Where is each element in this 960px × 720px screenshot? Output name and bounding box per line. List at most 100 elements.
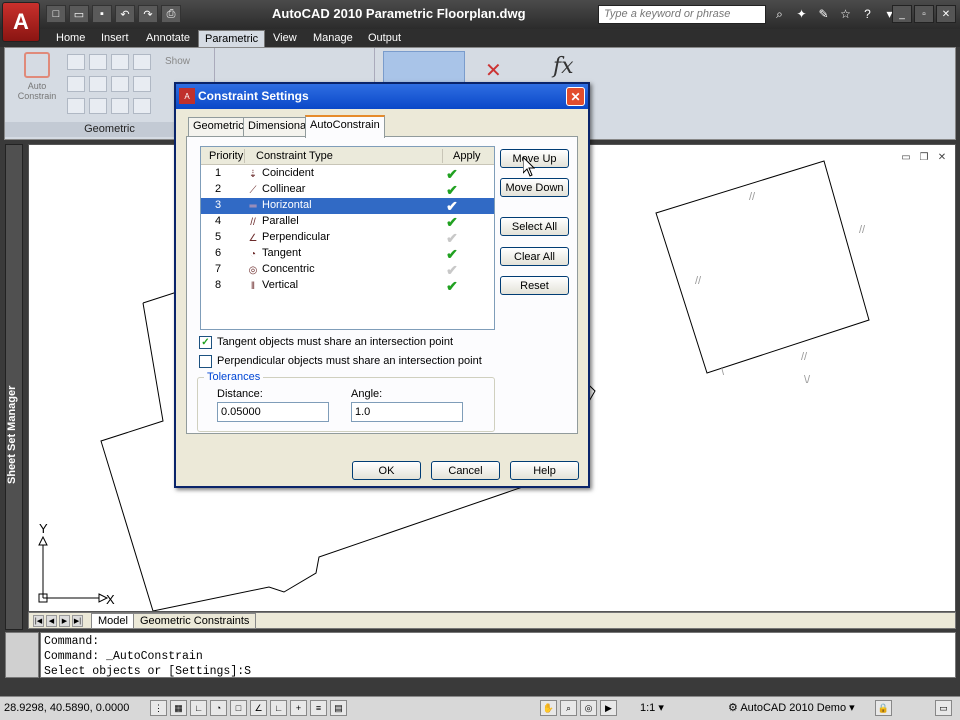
close-dialog-icon[interactable]: ✕ xyxy=(566,87,585,106)
apply-checkmark-icon[interactable]: ✔ xyxy=(444,198,460,214)
auto-constrain-button[interactable]: Auto Constrain xyxy=(13,52,61,112)
distance-field[interactable]: 0.05000 xyxy=(217,402,329,422)
ducs-toggle-icon[interactable]: ∟ xyxy=(270,700,287,716)
tab-autoconstrain[interactable]: AutoConstrain xyxy=(305,115,385,138)
move-down-button[interactable]: Move Down xyxy=(500,178,569,197)
close-icon[interactable]: ✕ xyxy=(936,5,956,23)
parallel-tool-icon[interactable] xyxy=(67,76,85,92)
horizontal-tool-icon[interactable] xyxy=(111,76,129,92)
minimize-icon[interactable]: _ xyxy=(892,5,912,23)
help-icon[interactable]: ? xyxy=(858,5,877,23)
minimize-viewport-icon[interactable]: ▭ xyxy=(899,151,913,163)
equal-tool-icon[interactable] xyxy=(133,98,151,114)
print-icon[interactable]: ⎙ xyxy=(161,5,181,23)
show-button[interactable]: Show xyxy=(165,56,190,67)
list-item[interactable]: 3 ═ Horizontal ✔ xyxy=(201,198,494,214)
apply-checkmark-icon[interactable]: ✔ xyxy=(444,230,460,246)
tangent-tool-icon[interactable] xyxy=(67,98,85,114)
apply-checkmark-icon[interactable]: ✔ xyxy=(444,166,460,182)
priority-column-header[interactable]: Priority xyxy=(209,150,243,162)
perpendicular-option[interactable]: Perpendicular objects must share an inte… xyxy=(199,354,482,368)
showmotion-icon[interactable]: ▶ xyxy=(600,700,617,716)
tab-manage[interactable]: Manage xyxy=(307,30,359,47)
ok-button[interactable]: OK xyxy=(352,461,421,480)
list-item[interactable]: 1 ⇣ Coincident ✔ xyxy=(201,166,494,182)
tab-geometric[interactable]: Geometric xyxy=(188,117,249,137)
concentric-tool-icon[interactable] xyxy=(111,54,129,70)
quick-props-toggle-icon[interactable]: ▤ xyxy=(330,700,347,716)
tab-insert[interactable]: Insert xyxy=(95,30,135,47)
lock-icon[interactable]: 🔒 xyxy=(875,700,892,716)
tab-model[interactable]: Model xyxy=(91,613,135,629)
open-file-icon[interactable]: ▭ xyxy=(69,5,89,23)
comm-center-icon[interactable]: ✎ xyxy=(814,5,833,23)
clear-all-button[interactable]: Clear All xyxy=(500,247,569,266)
list-item[interactable]: 8 ‖ Vertical ✔ xyxy=(201,278,494,294)
polar-toggle-icon[interactable]: ◔ xyxy=(210,700,227,716)
lineweight-toggle-icon[interactable]: ≡ xyxy=(310,700,327,716)
restore-viewport-icon[interactable]: ❐ xyxy=(917,151,931,163)
tangent-checkbox[interactable]: ✓ xyxy=(199,335,212,349)
save-icon[interactable]: ▪ xyxy=(92,5,112,23)
collinear-tool-icon[interactable] xyxy=(89,54,107,70)
new-file-icon[interactable]: □ xyxy=(46,5,66,23)
binoculars-icon[interactable]: ⌕ xyxy=(770,5,789,23)
snap-toggle-icon[interactable]: ⋮ xyxy=(150,700,167,716)
list-item[interactable]: 7 ◎ Concentric ✔ xyxy=(201,262,494,278)
application-menu-button[interactable]: A xyxy=(2,2,40,42)
list-item[interactable]: 6 ◔ Tangent ✔ xyxy=(201,246,494,262)
type-column-header[interactable]: Constraint Type xyxy=(256,150,333,162)
search-input[interactable]: Type a keyword or phrase xyxy=(598,5,766,24)
tab-output[interactable]: Output xyxy=(362,30,407,47)
apply-checkmark-icon[interactable]: ✔ xyxy=(444,278,460,294)
coincident-tool-icon[interactable] xyxy=(67,54,85,70)
apply-checkmark-icon[interactable]: ✔ xyxy=(444,182,460,198)
apply-column-header[interactable]: Apply xyxy=(453,150,481,162)
tab-dimensional[interactable]: Dimensional xyxy=(243,117,314,137)
tab-geometric-constraints[interactable]: Geometric Constraints xyxy=(133,613,257,629)
tab-home[interactable]: Home xyxy=(50,30,91,47)
help-button[interactable]: Help xyxy=(510,461,579,480)
tab-parametric[interactable]: Parametric xyxy=(198,30,266,47)
otrack-toggle-icon[interactable]: ∠ xyxy=(250,700,267,716)
pan-icon[interactable]: ✋ xyxy=(540,700,557,716)
undo-icon[interactable]: ↶ xyxy=(115,5,135,23)
tangent-option[interactable]: ✓ Tangent objects must share an intersec… xyxy=(199,335,453,349)
perpendicular-checkbox[interactable] xyxy=(199,354,212,368)
favorites-icon[interactable]: ☆ xyxy=(836,5,855,23)
sheet-set-manager-palette[interactable]: Sheet Set Manager xyxy=(5,144,23,630)
command-line[interactable]: Command: Command: _AutoConstrain Select … xyxy=(40,632,956,678)
subscription-icon[interactable]: ✦ xyxy=(792,5,811,23)
list-item[interactable]: 2 ⟋ Collinear ✔ xyxy=(201,182,494,198)
angle-field[interactable]: 1.0 xyxy=(351,402,463,422)
symmetric-tool-icon[interactable] xyxy=(111,98,129,114)
tab-view[interactable]: View xyxy=(267,30,303,47)
list-item[interactable]: 5 ∠ Perpendicular ✔ xyxy=(201,230,494,246)
reset-button[interactable]: Reset xyxy=(500,276,569,295)
clean-screen-icon[interactable]: ▭ xyxy=(935,700,952,716)
restore-icon[interactable]: ▫ xyxy=(914,5,934,23)
list-item[interactable]: 4 // Parallel ✔ xyxy=(201,214,494,230)
tab-annotate[interactable]: Annotate xyxy=(140,30,196,47)
osnap-toggle-icon[interactable]: □ xyxy=(230,700,247,716)
select-all-button[interactable]: Select All xyxy=(500,217,569,236)
first-layout-icon[interactable]: |◀ xyxy=(33,615,44,627)
smooth-tool-icon[interactable] xyxy=(89,98,107,114)
apply-checkmark-icon[interactable]: ✔ xyxy=(444,214,460,230)
next-layout-icon[interactable]: ▶ xyxy=(59,615,70,627)
steering-wheel-icon[interactable]: ◎ xyxy=(580,700,597,716)
perpendicular-tool-icon[interactable] xyxy=(89,76,107,92)
zoom-icon[interactable]: ⌕ xyxy=(560,700,577,716)
workspace-switcher[interactable]: ⚙ AutoCAD 2010 Demo ▾ xyxy=(728,701,855,714)
prev-layout-icon[interactable]: ◀ xyxy=(46,615,57,627)
constraint-priority-list[interactable]: Priority Constraint Type Apply 1 ⇣ Coincid… xyxy=(200,146,495,330)
cancel-button[interactable]: Cancel xyxy=(431,461,500,480)
close-viewport-icon[interactable]: ✕ xyxy=(935,151,949,163)
dyn-toggle-icon[interactable]: + xyxy=(290,700,307,716)
command-line-handle[interactable] xyxy=(5,632,39,678)
apply-checkmark-icon[interactable]: ✔ xyxy=(444,246,460,262)
parameters-manager-icon[interactable]: fx xyxy=(553,54,574,79)
apply-checkmark-icon[interactable]: ✔ xyxy=(444,262,460,278)
redo-icon[interactable]: ↷ xyxy=(138,5,158,23)
grid-toggle-icon[interactable]: ▦ xyxy=(170,700,187,716)
